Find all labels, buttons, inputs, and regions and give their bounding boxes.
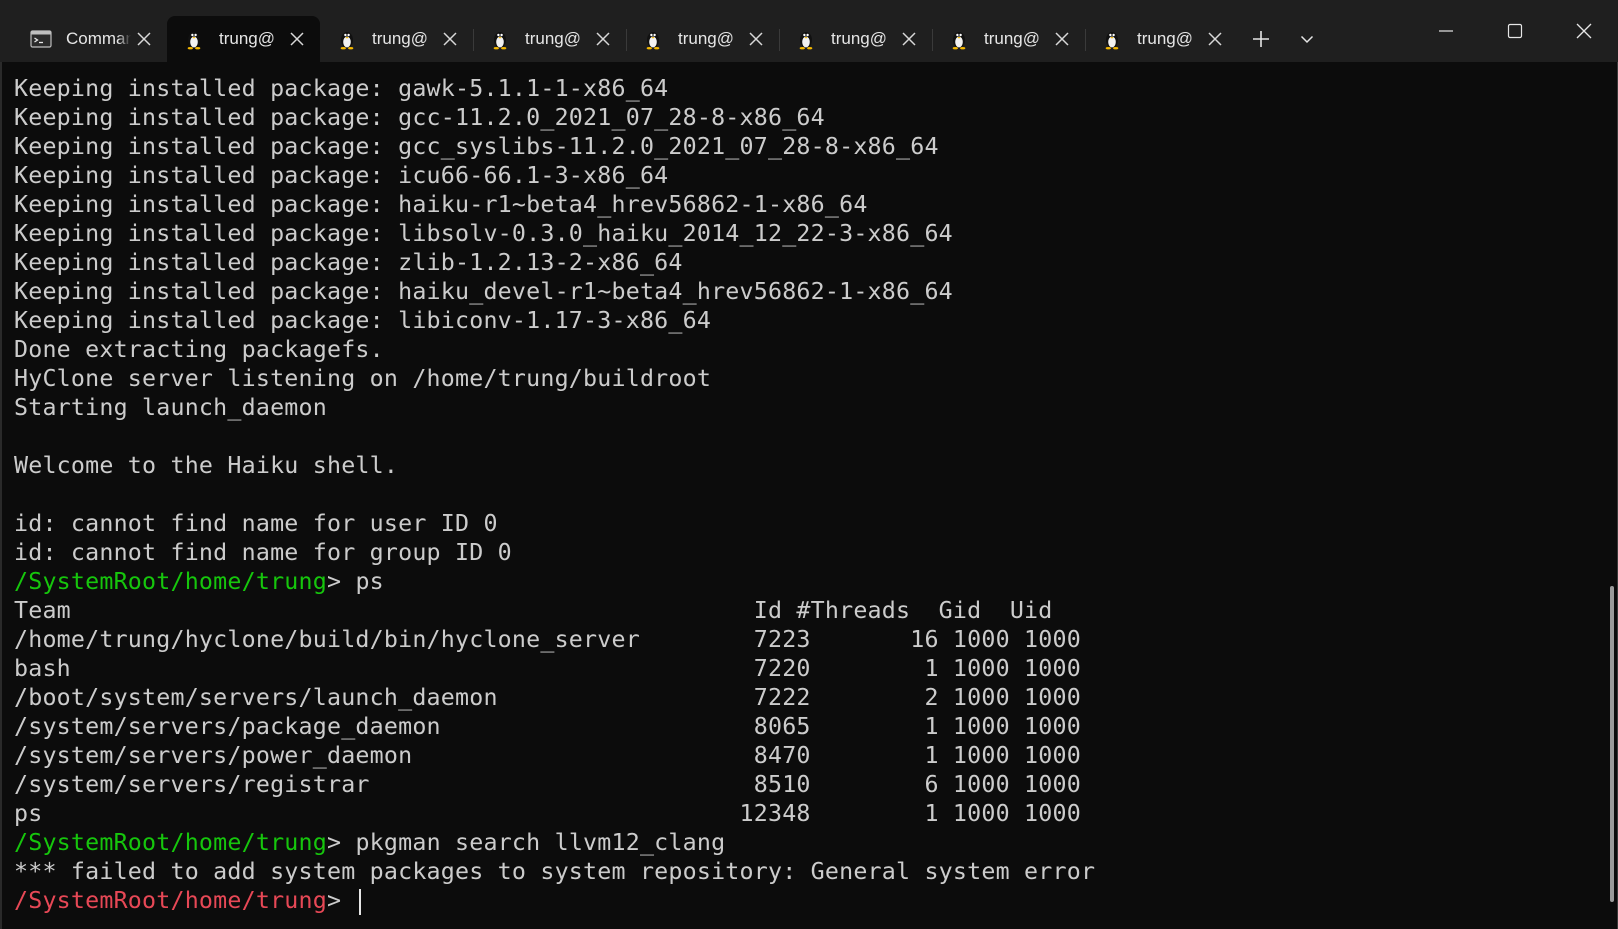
error-message: *** failed to add system packages to sys… xyxy=(14,858,1096,885)
maximize-icon xyxy=(1507,23,1522,39)
tab-bar: Command Prompt trung@ xyxy=(0,0,1618,62)
ps-table-row: /system/servers/registrar 8510 6 1000 10… xyxy=(14,771,1081,798)
tab-title: trung@ xyxy=(678,29,735,48)
prompt-path: /SystemRoot/home/trung xyxy=(14,568,327,595)
tab-title: trung@ xyxy=(831,29,888,48)
prompt-line: /SystemRoot/home/trung> pkgman search ll… xyxy=(14,828,1602,857)
output-line: Keeping installed package: haiku_devel-r… xyxy=(14,278,953,305)
tab-strip: Command Prompt trung@ xyxy=(0,0,1330,62)
terminal-window: Command Prompt trung@ xyxy=(0,0,1618,929)
output-line: Keeping installed package: gawk-5.1.1-1-… xyxy=(14,75,669,102)
output-line: id: cannot find name for group ID 0 xyxy=(14,539,512,566)
close-icon[interactable] xyxy=(590,26,616,52)
tux-penguin-icon xyxy=(1105,32,1119,50)
output-line: Keeping installed package: libsolv-0.3.0… xyxy=(14,220,953,247)
prompt-symbol: > xyxy=(326,887,356,914)
output-line: id: cannot find name for user ID 0 xyxy=(14,510,498,537)
ps-table-row: /boot/system/servers/launch_daemon 7222 … xyxy=(14,684,1081,711)
tab-command-prompt[interactable]: Command Prompt xyxy=(14,16,167,62)
tab-title: trung@ xyxy=(525,29,582,48)
prompt-line: /SystemRoot/home/trung> ps xyxy=(14,567,1602,596)
ps-table-row: /system/servers/package_daemon 8065 1 10… xyxy=(14,713,1081,740)
tab-trung-1[interactable]: trung@ xyxy=(167,16,320,62)
command-prompt-icon xyxy=(30,30,52,48)
output-line: Welcome to the Haiku shell. xyxy=(14,452,399,479)
tab-title: Command Prompt xyxy=(66,29,131,48)
output-line: Keeping installed package: icu66-66.1-3-… xyxy=(14,162,669,189)
terminal-output[interactable]: Keeping installed package: gawk-5.1.1-1-… xyxy=(0,62,1602,929)
output-line: HyClone server listening on /home/trung/… xyxy=(14,365,712,392)
prompt-symbol: > xyxy=(326,829,356,856)
tab-trung-3[interactable]: trung@ xyxy=(473,16,626,62)
close-icon[interactable] xyxy=(1049,26,1075,52)
close-icon[interactable] xyxy=(743,26,769,52)
close-icon[interactable] xyxy=(131,26,157,52)
minimize-button[interactable] xyxy=(1411,0,1480,62)
tab-dropdown-button[interactable] xyxy=(1284,16,1330,62)
close-icon[interactable] xyxy=(284,26,310,52)
tab-trung-4[interactable]: trung@ xyxy=(626,16,779,62)
plus-icon xyxy=(1253,31,1269,47)
tux-penguin-icon xyxy=(340,32,354,50)
close-icon xyxy=(1576,23,1591,39)
output-line: Keeping installed package: gcc_syslibs-1… xyxy=(14,133,939,160)
prompt-line-current[interactable]: /SystemRoot/home/trung> xyxy=(14,886,1602,915)
ps-table-row: bash 7220 1 1000 1000 xyxy=(14,655,1081,682)
vertical-scrollbar[interactable] xyxy=(1610,586,1614,902)
tab-trung-5[interactable]: trung@ xyxy=(779,16,932,62)
output-line: Done extracting packagefs. xyxy=(14,336,384,363)
output-line: Keeping installed package: zlib-1.2.13-2… xyxy=(14,249,683,276)
close-icon[interactable] xyxy=(896,26,922,52)
output-line: Starting launch_daemon xyxy=(14,394,327,421)
prompt-path: /SystemRoot/home/trung xyxy=(14,887,327,914)
close-icon[interactable] xyxy=(1202,26,1228,52)
tab-title: trung@ xyxy=(219,29,276,48)
tab-title: trung@ xyxy=(1137,29,1194,48)
prompt-symbol: > xyxy=(326,568,356,595)
tux-penguin-icon xyxy=(493,32,507,50)
tab-trung-7[interactable]: trung@ xyxy=(1085,16,1238,62)
tab-title: trung@ xyxy=(984,29,1041,48)
output-line: Keeping installed package: libiconv-1.17… xyxy=(14,307,712,334)
tux-penguin-icon xyxy=(646,32,660,50)
chevron-down-icon xyxy=(1300,35,1314,44)
tux-penguin-icon xyxy=(187,32,201,50)
text-cursor xyxy=(359,888,362,915)
window-controls xyxy=(1411,0,1618,62)
tab-trung-2[interactable]: trung@ xyxy=(320,16,473,62)
ps-table-row: /system/servers/power_daemon 8470 1 1000… xyxy=(14,742,1081,769)
ps-table-header: Team Id #Threads Gid Uid xyxy=(14,597,1053,624)
tux-penguin-icon xyxy=(952,32,966,50)
tux-penguin-icon xyxy=(799,32,813,50)
ps-table-row: /home/trung/hyclone/build/bin/hyclone_se… xyxy=(14,626,1081,653)
tab-title: trung@ xyxy=(372,29,429,48)
tab-trung-6[interactable]: trung@ xyxy=(932,16,1085,62)
ps-table-row: ps 12348 1 1000 1000 xyxy=(14,800,1081,827)
output-line: Keeping installed package: haiku-r1~beta… xyxy=(14,191,868,218)
close-icon[interactable] xyxy=(437,26,463,52)
new-tab-button[interactable] xyxy=(1238,16,1284,62)
prompt-path: /SystemRoot/home/trung xyxy=(14,829,327,856)
maximize-button[interactable] xyxy=(1480,0,1549,62)
minimize-icon xyxy=(1438,30,1453,32)
output-line: Keeping installed package: gcc-11.2.0_20… xyxy=(14,104,825,131)
close-window-button[interactable] xyxy=(1549,0,1618,62)
command-text: ps xyxy=(355,568,384,595)
command-text: pkgman search llvm12_clang xyxy=(355,829,726,856)
